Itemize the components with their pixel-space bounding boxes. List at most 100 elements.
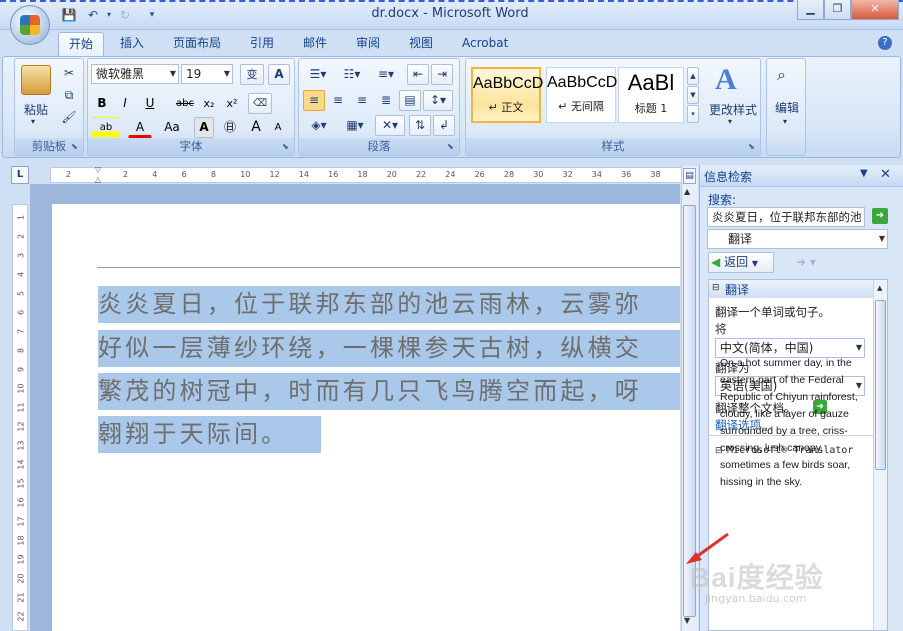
style-no-spacing-tile[interactable]: AaBbCcD ↵ 无间隔 <box>546 67 617 123</box>
cut-icon[interactable]: ✂ <box>59 63 79 84</box>
doc-line[interactable]: 炎炎夏日，位于联邦东部的池云雨林，云雾弥 <box>98 286 680 323</box>
sort-icon[interactable]: ⇅ <box>409 115 431 136</box>
vertical-ruler[interactable]: 1 2 3 4 5 6 7 8 9 10 11 12 13 14 15 16 17 18 19 20 21 22 <box>12 204 28 631</box>
ruler-tick: 3 <box>16 252 26 259</box>
style-normal-tile[interactable]: AaBbCcD ↵ 正文 <box>471 67 543 123</box>
decrease-indent-icon[interactable]: ⇤ <box>407 64 429 85</box>
clear-format-icon[interactable]: ⌫ <box>248 93 272 114</box>
back-button[interactable]: ◀ 返回 ▼ <box>708 252 774 273</box>
tab-references[interactable]: 引用 <box>240 32 284 56</box>
style-heading1-tile[interactable]: AaBl 标题 1 <box>618 67 684 123</box>
line-spacing-icon[interactable]: ↕▾ <box>423 90 453 111</box>
horizontal-ruler[interactable]: 2 2 4 6 8 10 12 14 16 18 20 22 24 26 28 30 32 34 36 38 <box>50 167 682 183</box>
bullets-icon[interactable]: ☰▾ <box>303 64 333 85</box>
tab-view[interactable]: 视图 <box>399 32 443 56</box>
phonetic-guide-button[interactable]: 变 <box>240 64 264 85</box>
subscript-button[interactable]: x₂ <box>199 93 219 114</box>
character-shading-icon[interactable]: A <box>194 117 214 138</box>
align-center-icon[interactable]: ≡ <box>327 90 349 111</box>
help-icon[interactable]: ? <box>878 36 892 50</box>
redo-icon[interactable]: ↻ <box>116 7 134 23</box>
ruler-tick: 34 <box>591 170 602 179</box>
change-styles-label[interactable]: 更改样式 <box>705 101 761 118</box>
doc-line[interactable]: 好似一层薄纱环绕，一棵棵参天古树，纵横交 <box>98 330 680 367</box>
start-search-icon[interactable]: ➜ <box>872 208 888 224</box>
font-color-icon[interactable]: A <box>128 117 152 138</box>
font-name-combo[interactable]: 微软雅黑 ▼ <box>91 64 179 84</box>
results-scroll-up-icon[interactable]: ▲ <box>877 284 882 292</box>
minimize-button[interactable]: ▁ <box>797 0 824 20</box>
tab-selector[interactable]: L <box>11 166 29 184</box>
chinese-layout-icon[interactable]: ✕▾ <box>375 115 405 136</box>
numbering-icon[interactable]: ☷▾ <box>337 64 367 85</box>
multilevel-list-icon[interactable]: ≡▾ <box>371 64 401 85</box>
change-styles-icon[interactable]: A <box>715 63 737 97</box>
align-right-icon[interactable]: ≡ <box>351 90 373 111</box>
pane-menu-icon[interactable]: ▼ <box>860 168 868 179</box>
scroll-up-icon[interactable]: ▲ <box>684 187 690 196</box>
tab-review[interactable]: 审阅 <box>346 32 390 56</box>
forward-button[interactable]: ➜ ▾ <box>786 252 826 273</box>
grow-font-button[interactable]: A <box>246 117 266 138</box>
scroll-down-icon[interactable]: ▼ <box>684 616 690 625</box>
italic-button[interactable]: I <box>115 93 135 114</box>
highlight-icon[interactable]: ab <box>92 117 120 138</box>
maximize-button[interactable]: ❐ <box>824 0 851 20</box>
character-border-button[interactable]: A <box>268 64 290 85</box>
style-sample: AaBl <box>627 70 675 95</box>
pane-close-icon[interactable]: ✕ <box>880 167 891 182</box>
save-icon[interactable]: 💾 <box>60 7 78 23</box>
copy-icon[interactable]: ⧉ <box>59 85 79 106</box>
qat-customize-icon[interactable]: ▾ <box>143 7 161 23</box>
enclose-character-icon[interactable]: ㊐ <box>220 117 240 138</box>
shading-icon[interactable]: ◈▾ <box>303 115 335 136</box>
editing-dropdown-icon[interactable]: ▾ <box>783 117 787 126</box>
bold-button[interactable]: B <box>92 93 112 114</box>
strikethrough-button[interactable]: abc <box>174 93 196 114</box>
tab-page-layout[interactable]: 页面布局 <box>163 32 231 56</box>
indent-marker-icon[interactable]: ▽ △ <box>93 165 103 185</box>
close-button[interactable]: ✕ <box>851 0 899 20</box>
format-painter-icon[interactable]: 🖌 <box>59 107 79 128</box>
back-arrow-icon: ◀ <box>711 255 721 269</box>
change-case-button[interactable]: Aa <box>158 117 186 138</box>
styles-scroll-up-icon[interactable]: ▲ <box>687 67 699 85</box>
tab-home[interactable]: 开始 <box>58 32 105 56</box>
paste-icon[interactable] <box>21 65 51 95</box>
font-size-combo[interactable]: 19 ▼ <box>181 64 233 84</box>
show-marks-icon[interactable]: ↲ <box>433 115 455 136</box>
underline-button[interactable]: U <box>138 93 162 114</box>
styles-more-icon[interactable]: ▾ <box>687 105 699 123</box>
paste-dropdown-icon[interactable]: ▾ <box>31 117 35 126</box>
font-launcher-icon[interactable]: ⬊ <box>282 142 291 151</box>
borders-icon[interactable]: ▦▾ <box>339 115 371 136</box>
doc-line[interactable]: 繁茂的树冠中，时而有几只飞鸟腾空而起，呀 <box>98 373 680 410</box>
paste-button-label[interactable]: 粘贴 <box>18 101 54 118</box>
tab-acrobat[interactable]: Acrobat <box>452 32 518 56</box>
styles-scroll-down-icon[interactable]: ▼ <box>687 86 699 104</box>
ruler-toggle-icon[interactable]: ▤ <box>683 168 696 184</box>
editing-label[interactable]: 编辑 <box>769 99 805 116</box>
paragraph-launcher-icon[interactable]: ⬊ <box>447 142 456 151</box>
binoculars-icon[interactable]: ⌕ <box>777 65 786 85</box>
collapse-icon[interactable]: ⊟ <box>712 283 720 293</box>
justify-icon[interactable]: ≣ <box>375 90 397 111</box>
change-styles-dropdown-icon[interactable]: ▾ <box>728 117 732 126</box>
tab-insert[interactable]: 插入 <box>110 32 154 56</box>
results-scroll-thumb[interactable] <box>875 300 886 470</box>
search-input[interactable]: 炎炎夏日，位于联邦东部的池 <box>707 207 865 227</box>
tab-mailings[interactable]: 邮件 <box>293 32 337 56</box>
doc-line[interactable]: 翱翔于天际间。 <box>98 416 321 453</box>
distributed-icon[interactable]: ▤ <box>399 90 421 111</box>
styles-launcher-icon[interactable]: ⬊ <box>748 142 757 151</box>
clipboard-launcher-icon[interactable]: ⬊ <box>71 142 80 151</box>
ruler-tick: 2 <box>66 170 72 179</box>
document-page[interactable]: 炎炎夏日，位于联邦东部的池云雨林，云雾弥 好似一层薄纱环绕，一棵棵参天古树，纵横… <box>52 204 680 631</box>
office-button[interactable] <box>10 5 50 45</box>
increase-indent-icon[interactable]: ⇥ <box>431 64 453 85</box>
service-select[interactable]: 翻译 ▼ <box>707 229 888 249</box>
ruler-tick: 22 <box>16 611 26 622</box>
superscript-button[interactable]: x² <box>222 93 242 114</box>
shrink-font-button[interactable]: A <box>268 117 288 138</box>
align-left-icon[interactable]: ≡ <box>303 90 325 111</box>
